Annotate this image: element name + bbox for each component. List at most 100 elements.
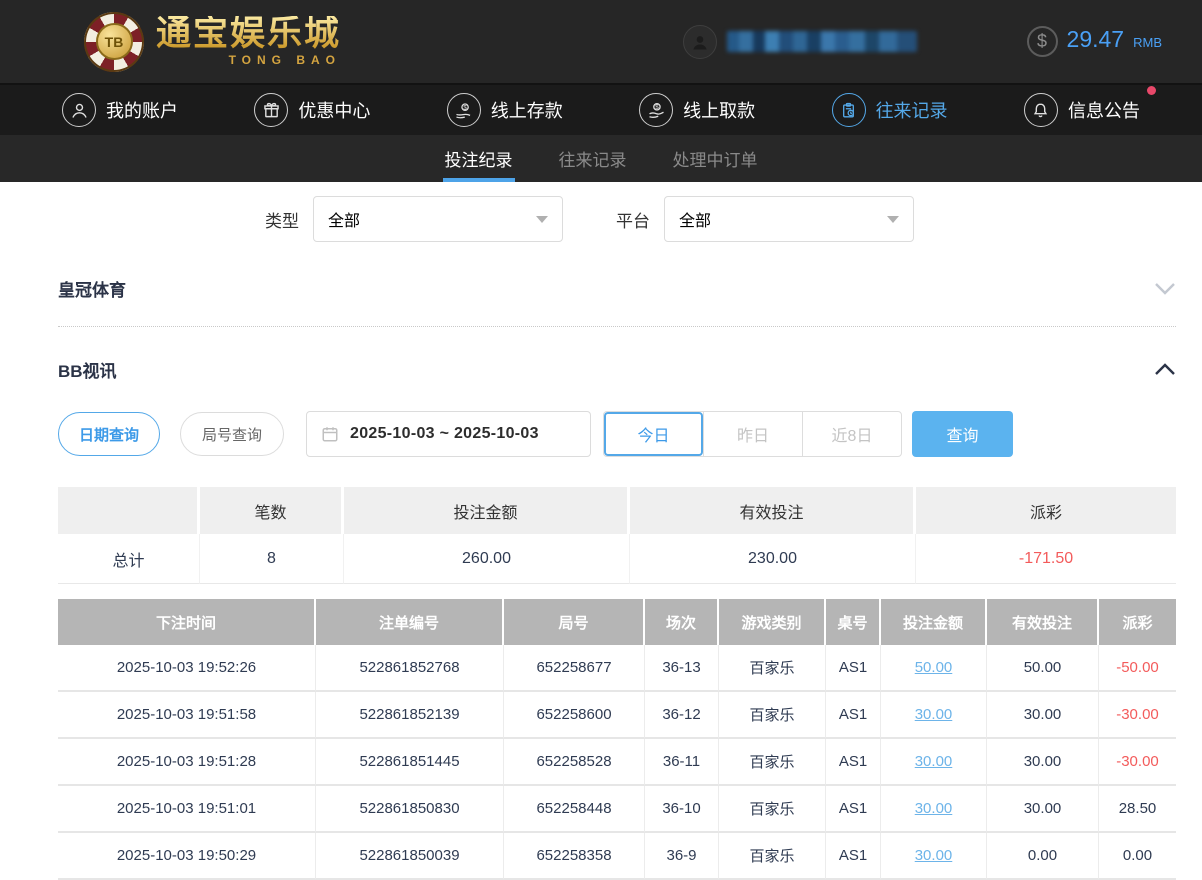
nav-item-online-withdraw[interactable]: $ 线上取款 (639, 93, 755, 127)
today-button[interactable]: 今日 (604, 412, 703, 456)
platform-select[interactable]: 全部 (664, 196, 914, 242)
table-cell: 652258677 (504, 645, 645, 692)
table-row: 2025-10-03 19:52:26 522861852768 652258677… (58, 645, 1176, 692)
type-filter-label: 类型 (265, 211, 299, 231)
avatar-icon (682, 24, 717, 59)
table-row: 2025-10-03 19:51:28 522861851445 652258528… (58, 739, 1176, 786)
table-cell: 0.00 (987, 833, 1099, 880)
table-cell: 2025-10-03 19:52:26 (58, 645, 316, 692)
nav-item-my-account[interactable]: 我的账户 (62, 93, 178, 127)
table-row: 2025-10-03 19:51:01 522861850830 652258448… (58, 786, 1176, 833)
summary-cell: 总计 (58, 534, 200, 584)
bet-amount-link[interactable]: 30.00 (881, 833, 987, 880)
nav-item-promo-center[interactable]: 优惠中心 (254, 93, 370, 127)
yesterday-button[interactable]: 昨日 (703, 412, 802, 456)
table-cell: 522861850830 (316, 786, 504, 833)
nav-item-label: 线上取款 (683, 101, 756, 121)
date-query-button[interactable]: 日期查询 (58, 412, 160, 456)
bet-records-table: 下注时间 注单编号 局号 场次 游戏类别 桌号 投注金额 有效投注 派彩 2025-10-03 … (58, 599, 1176, 880)
table-header-cell: 下注时间 (58, 599, 316, 645)
nav-item-label: 线上存款 (490, 101, 563, 121)
tab-pending-orders[interactable]: 处理中订单 (671, 135, 760, 182)
table-header-cell: 局号 (504, 599, 645, 645)
bell-icon (1023, 93, 1058, 127)
table-cell: -50.00 (1099, 645, 1176, 692)
user-account[interactable] (682, 24, 917, 59)
logo-chip-label: TB (95, 23, 133, 60)
site-logo[interactable]: TB 通宝娱乐城 TONG BAO (84, 11, 342, 72)
table-header-cell: 投注金额 (881, 599, 987, 645)
table-cell: -30.00 (1099, 692, 1176, 739)
bet-amount-link[interactable]: 30.00 (881, 739, 987, 786)
table-cell: 30.00 (987, 786, 1099, 833)
section-title: 皇冠体育 (58, 280, 126, 300)
table-cell: 50.00 (987, 645, 1099, 692)
svg-text:$: $ (655, 103, 659, 110)
table-cell: 28.50 (1099, 786, 1176, 833)
table-cell: 36-12 (645, 692, 719, 739)
main-nav: 我的账户 优惠中心 $ 线上存款 $ 线上取款 往来记录 信息公告 (0, 83, 1202, 135)
summary-header-cell: 投注金额 (344, 487, 630, 534)
balance: $ 29.47 RMB (1026, 26, 1162, 57)
top-bar: TB 通宝娱乐城 TONG BAO $ 29.47 RMB (0, 0, 1202, 83)
table-cell: 百家乐 (719, 692, 826, 739)
user-icon (62, 93, 96, 127)
section-title: BB视讯 (58, 361, 117, 381)
table-cell: AS1 (826, 739, 881, 786)
summary-total-row: 总计 8 260.00 230.00 -171.50 (58, 534, 1176, 584)
table-header-cell: 游戏类别 (719, 599, 826, 645)
divider (58, 326, 1176, 327)
chevron-up-icon[interactable] (1154, 362, 1176, 376)
summary-table: 笔数 投注金额 有效投注 派彩 总计 8 260.00 230.00 -171.50 (58, 487, 1176, 584)
type-select[interactable]: 全部 (313, 196, 563, 242)
bet-amount-link[interactable]: 30.00 (881, 786, 987, 833)
table-header-cell: 派彩 (1099, 599, 1176, 645)
balance-amount: 29.47 (1066, 26, 1125, 52)
table-cell: 2025-10-03 19:51:58 (58, 692, 316, 739)
section-bb-live[interactable]: BB视讯 (58, 349, 1176, 389)
table-cell: AS1 (826, 692, 881, 739)
table-cell: 522861852768 (316, 645, 504, 692)
table-cell: 652258528 (504, 739, 645, 786)
section-crown-sports[interactable]: 皇冠体育 (58, 268, 1176, 308)
search-button[interactable]: 查询 (912, 411, 1013, 457)
svg-text:$: $ (464, 104, 468, 111)
summary-cell: 230.00 (630, 534, 916, 584)
date-range-value: 2025-10-03 ~ 2025-10-03 (350, 425, 539, 442)
tab-transaction-records[interactable]: 往来记录 (557, 135, 629, 182)
table-cell: 36-13 (645, 645, 719, 692)
sub-nav: 投注纪录 往来记录 处理中订单 (0, 135, 1202, 182)
bet-amount-link[interactable]: 30.00 (881, 692, 987, 739)
summary-header-cell: 有效投注 (630, 487, 916, 534)
notification-dot-badge (1146, 86, 1156, 95)
nav-item-announcements[interactable]: 信息公告 (1023, 86, 1156, 127)
nav-item-label: 我的账户 (106, 101, 178, 121)
last-8-days-button[interactable]: 近8日 (802, 412, 901, 456)
table-cell: AS1 (826, 833, 881, 880)
nav-item-label: 往来记录 (875, 101, 948, 121)
withdraw-icon: $ (639, 93, 674, 127)
table-cell: 百家乐 (719, 739, 826, 786)
logo-title: 通宝娱乐城 (156, 14, 342, 53)
table-header-cell: 场次 (645, 599, 719, 645)
nav-item-online-deposit[interactable]: $ 线上存款 (446, 93, 563, 127)
round-query-button[interactable]: 局号查询 (180, 412, 284, 456)
nav-item-transaction-records[interactable]: 往来记录 (831, 93, 948, 127)
logo-subtitle: TONG BAO (228, 53, 342, 67)
bet-amount-link[interactable]: 50.00 (881, 645, 987, 692)
table-row: 2025-10-03 19:51:58 522861852139 652258600… (58, 692, 1176, 739)
type-select-value: 全部 (328, 213, 361, 230)
nav-item-label: 信息公告 (1067, 101, 1140, 121)
summary-header-cell: 派彩 (916, 487, 1176, 534)
date-range-input[interactable]: 2025-10-03 ~ 2025-10-03 (306, 411, 591, 457)
summary-cell: 260.00 (344, 534, 630, 584)
table-cell: 652258358 (504, 833, 645, 880)
summary-cell: -171.50 (916, 534, 1176, 584)
table-cell: AS1 (826, 786, 881, 833)
table-cell: 652258600 (504, 692, 645, 739)
username-redacted (726, 31, 917, 52)
tab-bet-records[interactable]: 投注纪录 (442, 135, 515, 182)
deposit-icon: $ (446, 93, 481, 127)
balance-currency: RMB (1133, 35, 1162, 50)
chevron-down-icon[interactable] (1154, 282, 1176, 295)
